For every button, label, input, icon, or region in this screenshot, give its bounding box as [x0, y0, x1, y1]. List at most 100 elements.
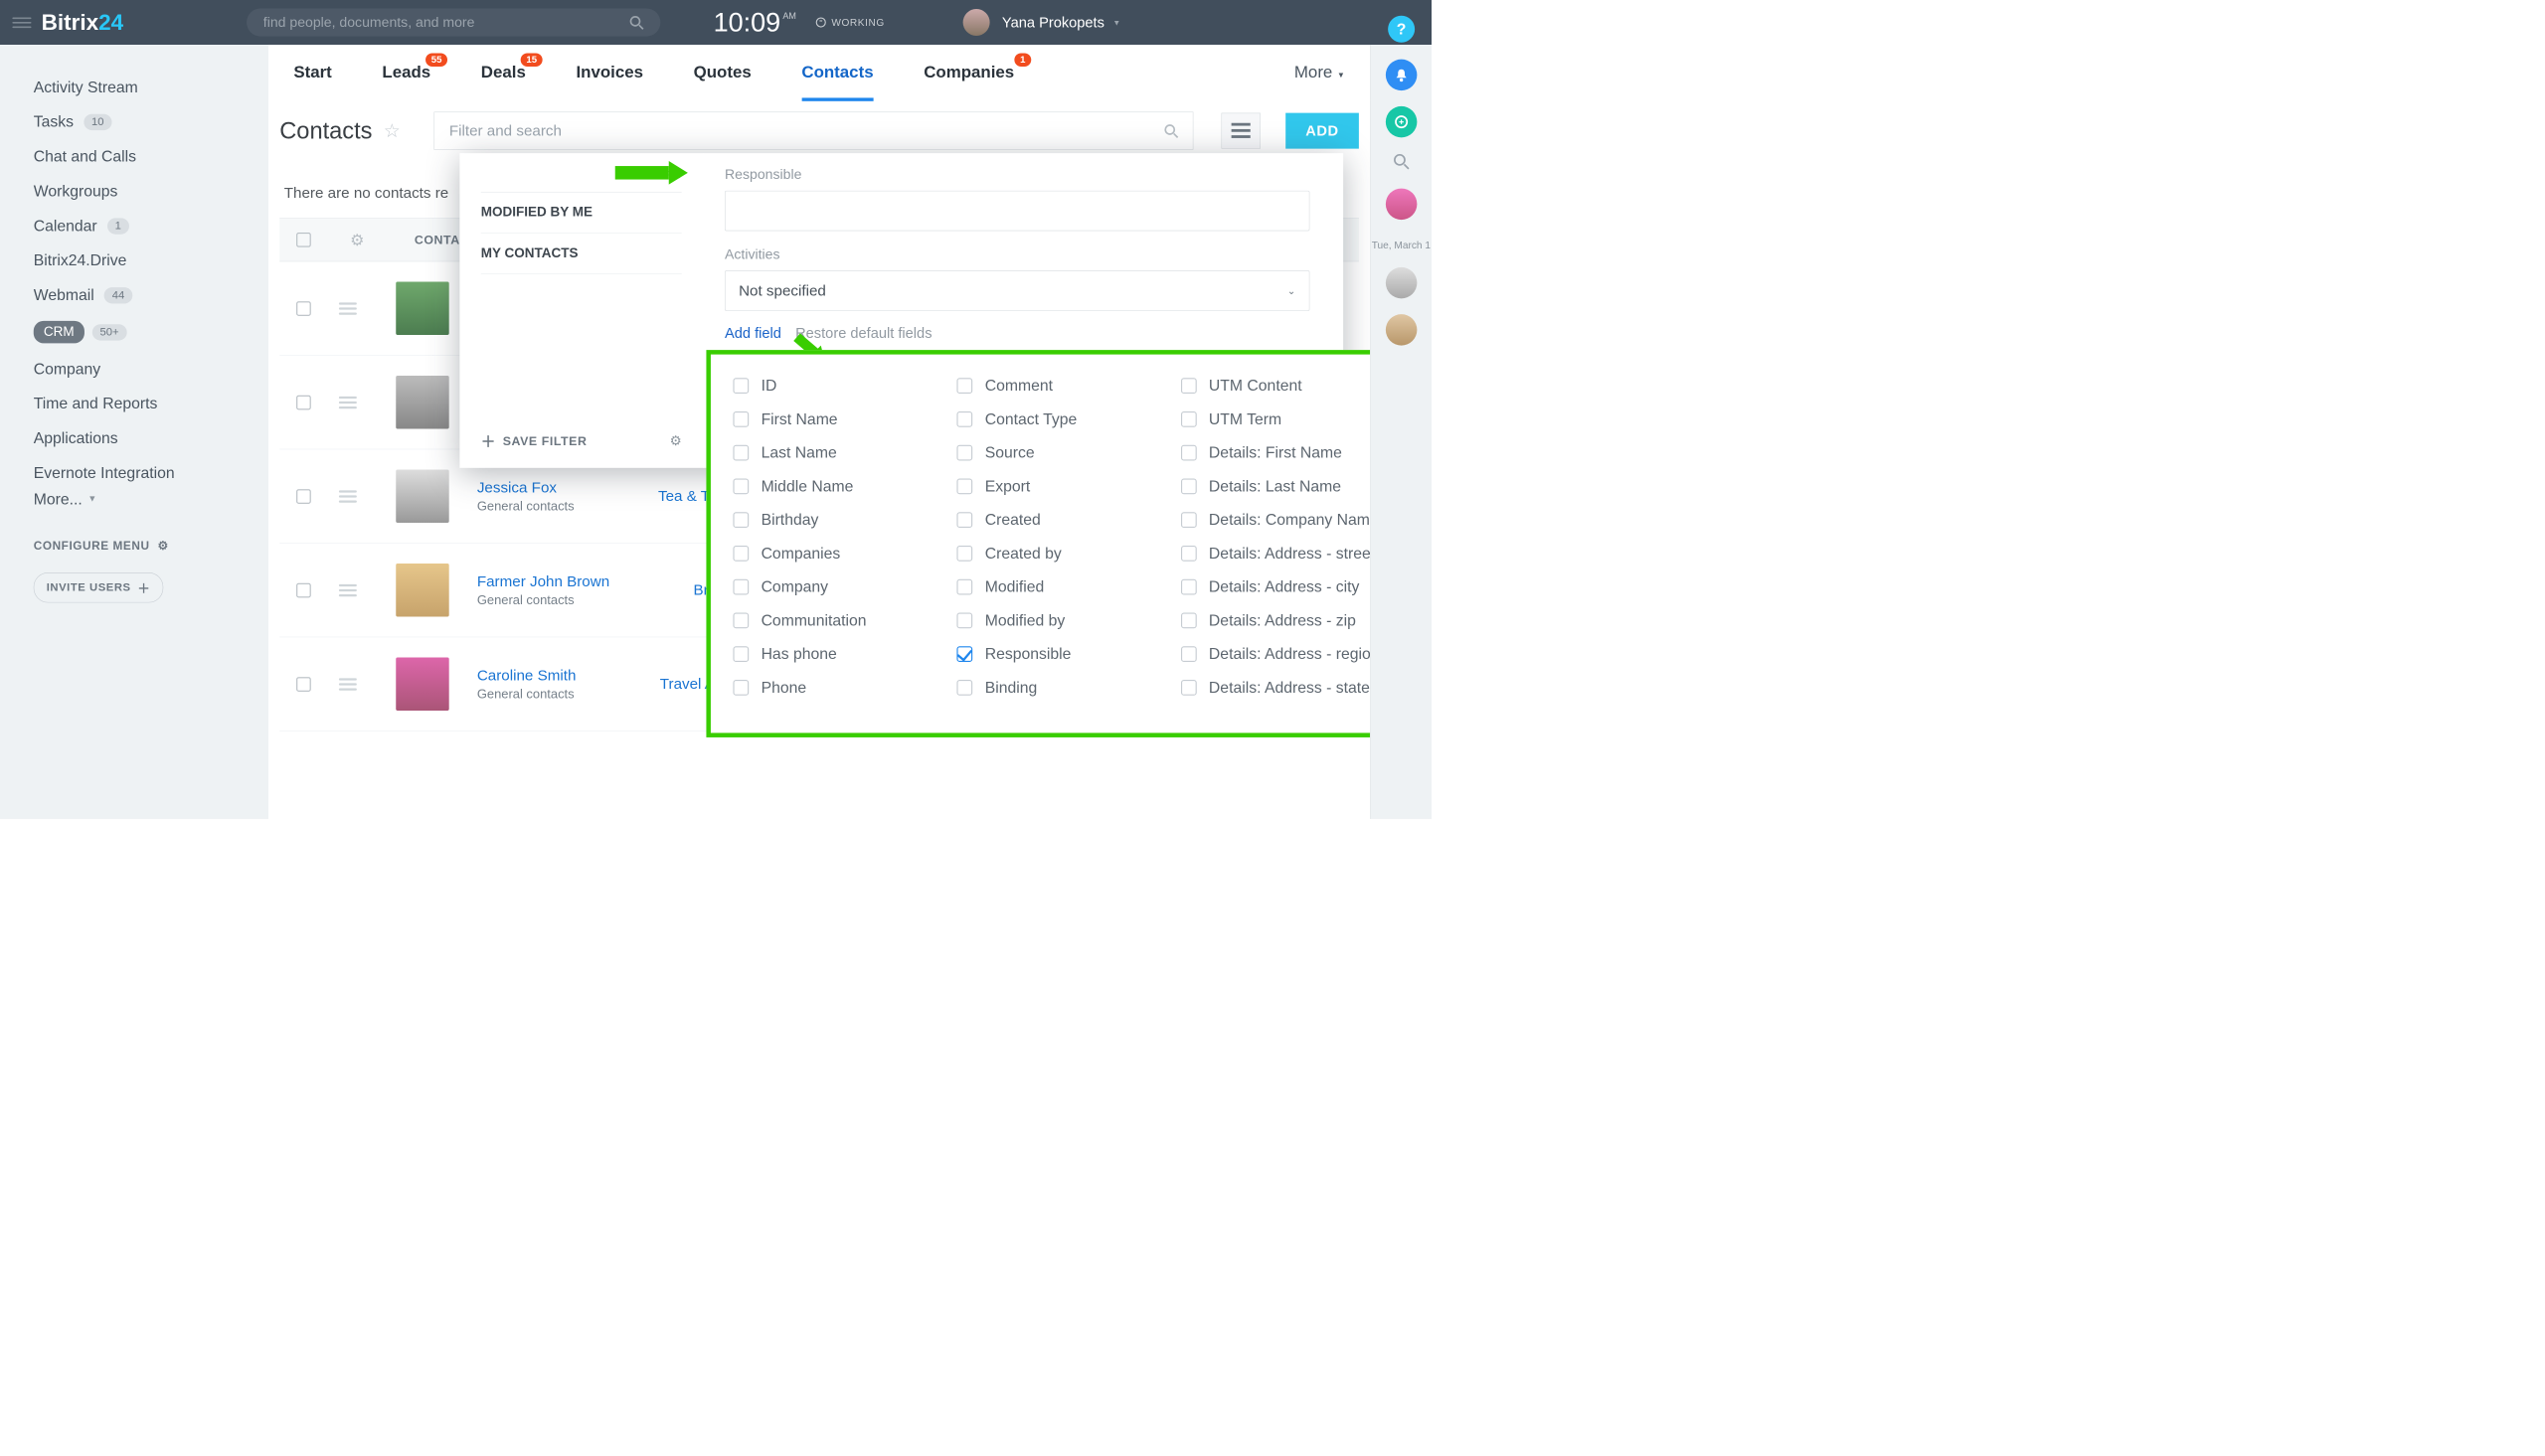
contact-name[interactable]: Jessica Fox: [477, 479, 575, 496]
field-checkbox[interactable]: [957, 613, 973, 629]
sidebar-item-applications[interactable]: Applications: [34, 421, 241, 456]
drag-handle-icon[interactable]: [339, 678, 357, 690]
view-list-button[interactable]: [1221, 113, 1260, 149]
field-option[interactable]: Details: Address - state /: [1181, 679, 1388, 697]
drag-handle-icon[interactable]: [339, 490, 357, 502]
add-button[interactable]: ADD: [1285, 113, 1359, 149]
contact-name[interactable]: Caroline Smith: [477, 667, 577, 684]
invite-users-button[interactable]: INVITE USERS＋: [34, 572, 163, 602]
filter-search-box[interactable]: Filter and search: [434, 112, 1194, 150]
responsible-input[interactable]: [725, 191, 1309, 232]
field-option[interactable]: First Name: [733, 410, 939, 428]
logo[interactable]: Bitrix24: [42, 10, 124, 35]
sidebar-item-drive[interactable]: Bitrix24.Drive: [34, 243, 241, 278]
tab-start[interactable]: Start: [293, 63, 331, 81]
user-avatar[interactable]: [963, 9, 990, 36]
field-option[interactable]: Details: Address - zip: [1181, 611, 1388, 629]
select-all-checkbox[interactable]: [296, 233, 311, 247]
field-option[interactable]: Binding: [957, 679, 1164, 697]
field-option[interactable]: Phone: [733, 679, 939, 697]
drag-handle-icon[interactable]: [339, 584, 357, 596]
rail-search-button[interactable]: [1393, 153, 1410, 173]
field-option[interactable]: UTM Term: [1181, 410, 1388, 428]
gear-icon[interactable]: ⚙: [670, 432, 682, 448]
field-option[interactable]: Details: Last Name: [1181, 477, 1388, 495]
field-option[interactable]: Last Name: [733, 444, 939, 462]
field-option[interactable]: Responsible: [957, 645, 1164, 663]
configure-menu[interactable]: CONFIGURE MENU⚙: [34, 539, 241, 553]
row-checkbox[interactable]: [296, 677, 311, 692]
chevron-down-icon[interactable]: ▼: [1112, 18, 1120, 27]
field-option[interactable]: Contact Type: [957, 410, 1164, 428]
sidebar-item-calendar[interactable]: Calendar1: [34, 209, 241, 243]
sidebar-item-time-reports[interactable]: Time and Reports: [34, 387, 241, 421]
field-option[interactable]: Company: [733, 578, 939, 596]
filter-preset-modified-by-me[interactable]: MODIFIED BY ME: [481, 193, 682, 234]
field-checkbox[interactable]: [1181, 378, 1197, 394]
field-option[interactable]: Details: Address - street: [1181, 545, 1388, 563]
field-option[interactable]: Details: First Name: [1181, 444, 1388, 462]
sidebar-item-crm[interactable]: CRM50+: [34, 312, 127, 351]
field-checkbox[interactable]: [957, 546, 973, 562]
field-option[interactable]: Comment: [957, 377, 1164, 395]
field-option[interactable]: Created: [957, 511, 1164, 529]
field-checkbox[interactable]: [733, 579, 749, 595]
filter-preset-my-contacts[interactable]: MY CONTACTS: [481, 234, 682, 274]
username[interactable]: Yana Prokopets: [1002, 14, 1104, 31]
rail-contact-3[interactable]: [1386, 314, 1418, 346]
field-checkbox[interactable]: [733, 646, 749, 662]
field-option[interactable]: Details: Address - region: [1181, 645, 1388, 663]
tab-deals[interactable]: Deals15: [481, 63, 526, 81]
field-checkbox[interactable]: [957, 512, 973, 528]
row-checkbox[interactable]: [296, 301, 311, 316]
field-option[interactable]: Source: [957, 444, 1164, 462]
row-checkbox[interactable]: [296, 582, 311, 597]
sidebar-item-evernote[interactable]: Evernote Integration: [34, 455, 241, 490]
field-checkbox[interactable]: [1181, 613, 1197, 629]
row-checkbox[interactable]: [296, 395, 311, 409]
field-checkbox[interactable]: [957, 445, 973, 461]
working-status[interactable]: WORKING: [816, 17, 885, 29]
save-filter-button[interactable]: ＋SAVE FILTER: [481, 430, 588, 451]
sidebar-item-chat[interactable]: Chat and Calls: [34, 139, 241, 174]
field-checkbox[interactable]: [733, 546, 749, 562]
field-checkbox[interactable]: [1181, 680, 1197, 696]
row-checkbox[interactable]: [296, 489, 311, 504]
field-option[interactable]: Modified: [957, 578, 1164, 596]
field-checkbox[interactable]: [1181, 579, 1197, 595]
chat-button[interactable]: [1386, 106, 1418, 138]
field-checkbox[interactable]: [1181, 479, 1197, 495]
field-checkbox[interactable]: [957, 378, 973, 394]
tab-companies[interactable]: Companies1: [924, 63, 1014, 81]
favorite-star-icon[interactable]: ☆: [384, 119, 401, 142]
tab-contacts[interactable]: Contacts: [801, 63, 873, 81]
sidebar-item-company[interactable]: Company: [34, 352, 241, 387]
sidebar-item-activity-stream[interactable]: Activity Stream: [34, 70, 241, 104]
add-field-link[interactable]: Add field: [725, 324, 781, 341]
field-option[interactable]: Details: Address - city: [1181, 578, 1388, 596]
tab-leads[interactable]: Leads55: [382, 63, 430, 81]
field-checkbox[interactable]: [957, 680, 973, 696]
gear-icon[interactable]: ⚙: [350, 231, 364, 249]
field-checkbox[interactable]: [1181, 411, 1197, 427]
field-checkbox[interactable]: [1181, 512, 1197, 528]
field-option[interactable]: Has phone: [733, 645, 939, 663]
field-option[interactable]: Details: Company Name: [1181, 511, 1388, 529]
field-checkbox[interactable]: [957, 411, 973, 427]
field-checkbox[interactable]: [733, 378, 749, 394]
field-checkbox[interactable]: [957, 579, 973, 595]
field-option[interactable]: UTM Content: [1181, 377, 1388, 395]
drag-handle-icon[interactable]: [339, 397, 357, 408]
field-option[interactable]: ID: [733, 377, 939, 395]
hamburger-icon[interactable]: [12, 17, 31, 28]
field-option[interactable]: Companies: [733, 545, 939, 563]
field-checkbox[interactable]: [1181, 445, 1197, 461]
field-checkbox[interactable]: [733, 411, 749, 427]
field-option[interactable]: Modified by: [957, 611, 1164, 629]
field-checkbox[interactable]: [733, 512, 749, 528]
help-button[interactable]: ?: [1388, 16, 1415, 43]
field-checkbox[interactable]: [1181, 646, 1197, 662]
clock[interactable]: 10:09AM: [714, 7, 796, 38]
field-checkbox[interactable]: [733, 613, 749, 629]
field-checkbox[interactable]: [957, 479, 973, 495]
